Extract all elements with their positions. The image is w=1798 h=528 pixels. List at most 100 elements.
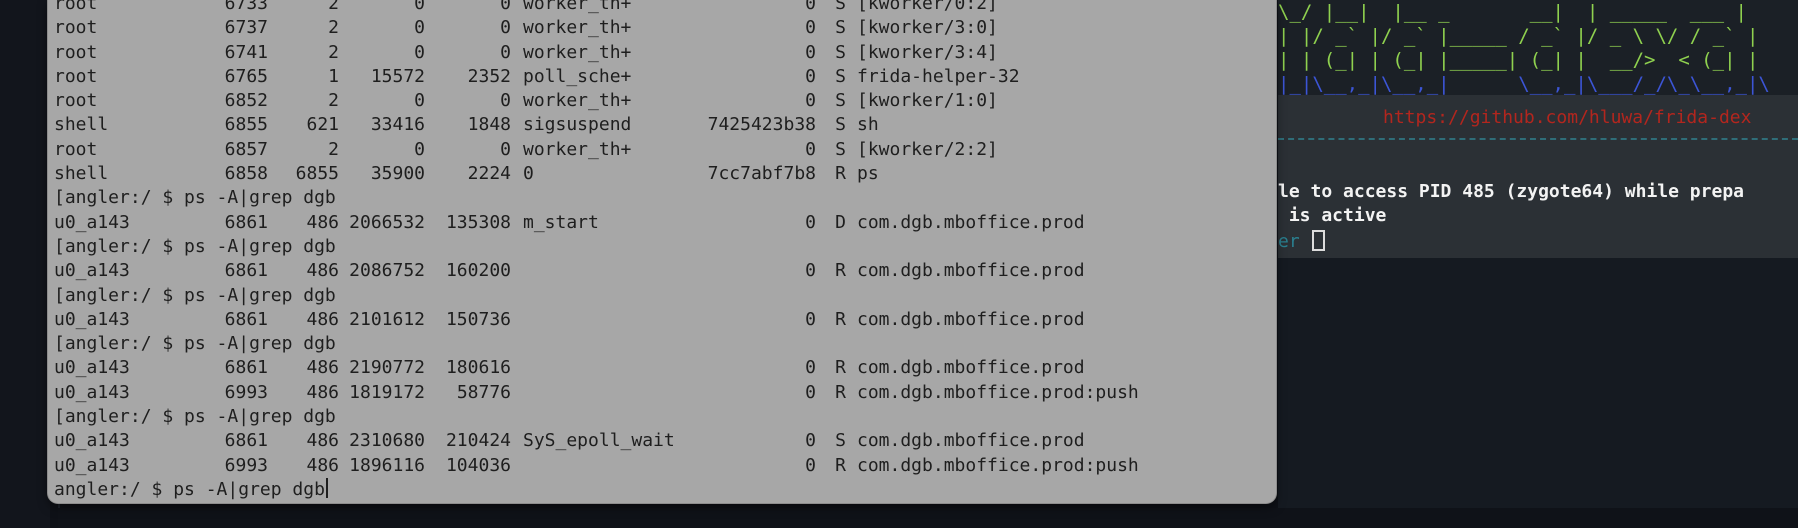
process-user: u0_a143 (54, 430, 130, 452)
process-row: u0_a143 6861 486 2066532 135308 m_start 0 Dcom.… (54, 211, 1139, 235)
process-row: u0_a143 6861 486 2086752 160200 0 Rcom.dgb.mbo… (54, 259, 1139, 283)
process-wchan: 0 (523, 163, 534, 185)
process-vsz: 1819172 (349, 381, 425, 403)
process-pid: 6861 (224, 260, 268, 282)
process-pid: 6765 (224, 65, 268, 87)
process-row: u0_a143 6993 486 1896116 104036 0 Rcom.dgb.mbo… (54, 454, 1139, 478)
separator-line (1278, 138, 1798, 140)
ascii-line-4: |_|\__,_|\__,_| \__,_|\___/_/\_\__,_|\ (1278, 73, 1770, 95)
process-vsz: 0 (414, 41, 425, 63)
process-name: com.dgb.mboffice.prod:push (857, 381, 1139, 403)
process-vsz: 2066532 (349, 211, 425, 233)
process-pid: 6993 (224, 381, 268, 403)
shell-prompt-line: [angler:/ $ ps -A|grep dgb (54, 284, 1139, 308)
process-ppid: 2 (328, 0, 339, 14)
process-user: root (54, 41, 98, 63)
background-terminal-lower (1278, 258, 1798, 508)
process-ppid: 486 (306, 357, 339, 379)
process-addr: 0 (805, 211, 816, 233)
process-rss: 0 (500, 41, 511, 63)
process-addr: 0 (805, 454, 816, 476)
process-vsz: 1896116 (349, 454, 425, 476)
process-name: ps (857, 163, 879, 185)
process-vsz: 0 (414, 17, 425, 39)
process-pid: 6852 (224, 90, 268, 112)
process-row: u0_a143 6861 486 2101612 150736 0 Rcom.dgb.mbo… (54, 308, 1139, 332)
command-text: [angler:/ $ ps -A|grep dgb (54, 187, 336, 209)
process-wchan: worker_th+ (523, 90, 632, 112)
process-ppid: 1 (328, 65, 339, 87)
process-vsz: 2086752 (349, 260, 425, 282)
process-ppid: 486 (306, 211, 339, 233)
process-name: com.dgb.mboffice.prod (857, 308, 1085, 330)
shell-prompt-line: [angler:/ $ ps -A|grep dgb (54, 235, 1139, 259)
process-user: u0_a143 (54, 211, 130, 233)
process-state: S (835, 41, 846, 63)
process-addr: 0 (805, 260, 816, 282)
process-name: [kworker/3:0] (857, 17, 998, 39)
process-rss: 180616 (445, 357, 511, 379)
process-addr: 0 (805, 17, 816, 39)
process-wchan (511, 381, 686, 405)
process-state: S (835, 430, 846, 452)
process-name: com.dgb.mboffice.prod (857, 357, 1085, 379)
process-user: shell (54, 163, 109, 185)
process-ppid: 486 (306, 454, 339, 476)
process-row: u0_a143 6861 486 2190772 180616 0 Rcom.dgb.mbo… (54, 356, 1139, 380)
process-wchan: worker_th+ (523, 0, 632, 14)
process-user: root (54, 138, 98, 160)
process-pid: 6857 (224, 138, 268, 160)
process-user: shell (54, 114, 109, 136)
process-addr: 7425423b38 (707, 114, 816, 136)
process-row: root 6733 2 0 0 worker_th+ 0 S [kworker/0:2] (54, 0, 1139, 16)
command-text: [angler:/ $ ps -A|grep dgb (54, 406, 336, 428)
process-row: u0_a143 6993 486 1819172 58776 0 Rcom.dgb.mbof… (54, 381, 1139, 405)
github-url[interactable]: https://github.com/hluwa/frida-dex (1383, 106, 1751, 130)
process-state: S (835, 0, 846, 14)
process-vsz: 2310680 (349, 430, 425, 452)
process-rss: 0 (500, 0, 511, 14)
adb-shell-terminal-window[interactable]: root 6733 2 0 0 worker_th+ 0 S [kworker/0:2] root… (48, 0, 1276, 503)
process-state: R (835, 308, 846, 330)
process-vsz: 15572 (370, 65, 425, 87)
process-addr: 0 (805, 138, 816, 160)
process-name: com.dgb.mboffice.prod (857, 211, 1085, 233)
process-user: u0_a143 (54, 308, 130, 330)
process-ppid: 486 (306, 260, 339, 282)
process-rss: 0 (500, 138, 511, 160)
process-row: shell 6855 621 33416 1848 sigsuspend 7425423b3… (54, 113, 1139, 137)
command-text: [angler:/ $ ps -A|grep dgb (54, 333, 336, 355)
process-rss: 58776 (456, 381, 511, 403)
shell-prompt-fragment: er (1278, 231, 1300, 252)
process-rss: 104036 (445, 454, 511, 476)
process-wchan: SyS_epoll_wait (523, 430, 675, 452)
process-vsz: 35900 (370, 163, 425, 185)
process-state: R (835, 454, 846, 476)
process-state: R (835, 357, 846, 379)
background-terminal-window[interactable]: \_/ |__| |__ _ __| | _____ ___ | | |/ _`… (1278, 0, 1798, 258)
process-user: root (54, 0, 98, 14)
process-vsz: 2101612 (349, 308, 425, 330)
process-pid: 6737 (224, 17, 268, 39)
process-pid: 6855 (224, 114, 268, 136)
process-name: com.dgb.mboffice.prod:push (857, 454, 1139, 476)
error-message-line-2: is active (1278, 205, 1387, 226)
command-text[interactable]: angler:/ $ ps -A|grep dgb (54, 478, 325, 502)
desktop-bottom-band (58, 508, 1798, 528)
process-ppid: 621 (306, 114, 339, 136)
process-addr: 0 (805, 65, 816, 87)
shell-prompt-line: [angler:/ $ ps -A|grep dgb (54, 332, 1139, 356)
process-name: sh (857, 114, 879, 136)
process-state: R (835, 381, 846, 403)
process-name: [kworker/0:2] (857, 0, 998, 14)
process-pid: 6733 (224, 0, 268, 14)
process-addr: 0 (805, 357, 816, 379)
process-pid: 6861 (224, 357, 268, 379)
process-pid: 6861 (224, 430, 268, 452)
process-ppid: 486 (306, 381, 339, 403)
process-vsz: 0 (414, 0, 425, 14)
process-name: [kworker/2:2] (857, 138, 998, 160)
terminal-cursor-icon (1312, 230, 1325, 251)
process-pid: 6858 (224, 163, 268, 185)
process-vsz: 33416 (370, 114, 425, 136)
